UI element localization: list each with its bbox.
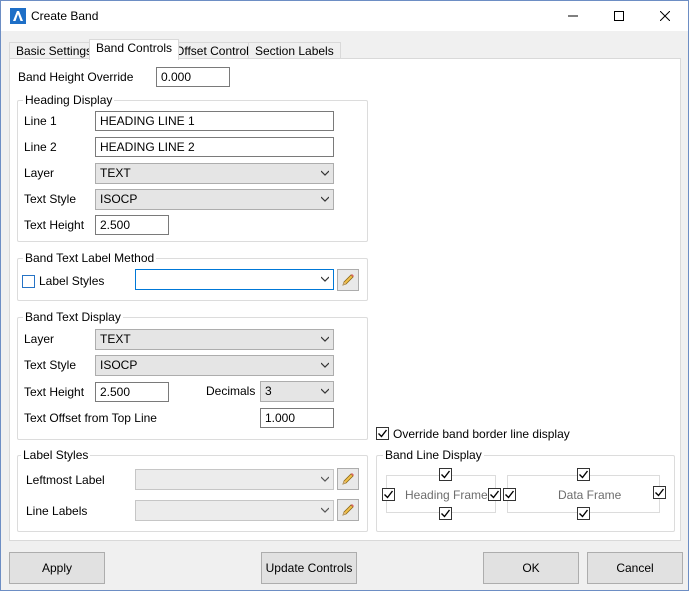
chevron-down-icon bbox=[321, 388, 329, 394]
checkmark-icon bbox=[505, 490, 515, 499]
line2-input[interactable]: HEADING LINE 2 bbox=[95, 137, 334, 157]
minimize-icon bbox=[568, 15, 578, 17]
band-layer-select[interactable]: TEXT bbox=[95, 329, 334, 350]
checkmark-icon bbox=[579, 509, 589, 518]
chevron-down-icon bbox=[321, 336, 329, 342]
heading-layer-value: TEXT bbox=[100, 166, 131, 180]
apply-button[interactable]: Apply bbox=[9, 552, 105, 584]
pencil-icon bbox=[342, 504, 354, 516]
data-frame-right-checkbox[interactable] bbox=[653, 486, 666, 499]
heading-text-style-value: ISOCP bbox=[100, 192, 138, 206]
heading-frame-top-checkbox[interactable] bbox=[439, 468, 452, 481]
label-styles-select[interactable] bbox=[135, 269, 334, 290]
line1-label: Line 1 bbox=[24, 114, 57, 128]
checkmark-icon bbox=[579, 470, 589, 479]
checkmark-icon bbox=[490, 490, 500, 499]
text-offset-label: Text Offset from Top Line bbox=[24, 411, 157, 425]
band-text-label-method-title: Band Text Label Method bbox=[23, 251, 157, 265]
chevron-down-icon bbox=[321, 362, 329, 368]
cancel-button[interactable]: Cancel bbox=[587, 552, 683, 584]
band-text-height-label: Text Height bbox=[24, 385, 85, 399]
checkmark-icon bbox=[441, 509, 451, 518]
checkmark-icon bbox=[378, 429, 388, 438]
maximize-button[interactable] bbox=[596, 1, 642, 31]
heading-text-height-label: Text Height bbox=[24, 218, 85, 232]
chevron-down-icon bbox=[321, 507, 329, 513]
heading-layer-select[interactable]: TEXT bbox=[95, 163, 334, 184]
data-frame-label: Data Frame bbox=[558, 488, 622, 502]
leftmost-label-label: Leftmost Label bbox=[26, 473, 105, 487]
band-height-override-label: Band Height Override bbox=[18, 70, 134, 84]
chevron-down-icon bbox=[321, 476, 329, 482]
line-labels-edit-button[interactable] bbox=[337, 499, 359, 521]
heading-text-style-label: Text Style bbox=[24, 192, 77, 206]
pencil-icon bbox=[342, 274, 354, 286]
label-styles-checkbox[interactable] bbox=[22, 275, 35, 288]
override-border-checkbox[interactable] bbox=[376, 427, 389, 440]
label-styles-edit-button[interactable] bbox=[337, 269, 359, 291]
minimize-button[interactable] bbox=[550, 1, 596, 31]
heading-frame-label: Heading Frame bbox=[405, 488, 488, 502]
leftmost-label-edit-button[interactable] bbox=[337, 468, 359, 490]
label-styles-label: Label Styles bbox=[39, 274, 105, 288]
chevron-down-icon bbox=[321, 276, 329, 282]
line2-label: Line 2 bbox=[24, 140, 57, 154]
tab-band-controls[interactable]: Band Controls bbox=[89, 39, 180, 60]
maximize-icon bbox=[614, 11, 624, 21]
leftmost-label-select[interactable] bbox=[135, 469, 334, 490]
decimals-value: 3 bbox=[265, 384, 272, 398]
title-bar: Create Band bbox=[1, 1, 688, 31]
heading-layer-label: Layer bbox=[24, 166, 55, 180]
data-frame-top-checkbox[interactable] bbox=[577, 468, 590, 481]
line1-input[interactable]: HEADING LINE 1 bbox=[95, 111, 334, 131]
ok-button[interactable]: OK bbox=[483, 552, 579, 584]
update-controls-button[interactable]: Update Controls bbox=[261, 552, 357, 584]
heading-text-height-input[interactable]: 2.500 bbox=[95, 215, 169, 235]
chevron-down-icon bbox=[321, 170, 329, 176]
data-frame-bottom-checkbox[interactable] bbox=[577, 507, 590, 520]
band-text-style-label: Text Style bbox=[24, 358, 77, 372]
line-labels-select[interactable] bbox=[135, 500, 334, 521]
close-button[interactable] bbox=[642, 1, 688, 31]
heading-frame-bottom-checkbox[interactable] bbox=[439, 507, 452, 520]
heading-frame-left-checkbox[interactable] bbox=[382, 488, 395, 501]
decimals-label: Decimals bbox=[206, 384, 256, 398]
label-styles-group-title: Label Styles bbox=[21, 448, 91, 462]
heading-text-style-select[interactable]: ISOCP bbox=[95, 189, 334, 210]
checkmark-icon bbox=[441, 470, 451, 479]
heading-frame-right-checkbox[interactable] bbox=[488, 488, 501, 501]
decimals-select[interactable]: 3 bbox=[260, 381, 334, 402]
heading-display-title: Heading Display bbox=[23, 93, 115, 107]
checkmark-icon bbox=[384, 490, 394, 499]
band-text-style-select[interactable]: ISOCP bbox=[95, 355, 334, 376]
pencil-icon bbox=[342, 473, 354, 485]
band-line-display-title: Band Line Display bbox=[383, 448, 484, 462]
band-height-override-input[interactable]: 0.000 bbox=[156, 67, 230, 87]
app-icon bbox=[10, 8, 26, 24]
data-frame-left-checkbox[interactable] bbox=[503, 488, 516, 501]
override-border-label: Override band border line display bbox=[393, 427, 570, 441]
band-text-display-title: Band Text Display bbox=[23, 310, 123, 324]
band-text-style-value: ISOCP bbox=[100, 358, 138, 372]
chevron-down-icon bbox=[321, 196, 329, 202]
band-text-height-input[interactable]: 2.500 bbox=[95, 382, 169, 402]
create-band-dialog: Create Band Basic Settings Band Controls… bbox=[0, 0, 689, 591]
window-title: Create Band bbox=[31, 9, 99, 23]
close-icon bbox=[660, 11, 670, 21]
band-layer-label: Layer bbox=[24, 332, 55, 346]
checkmark-icon bbox=[655, 488, 665, 497]
line-labels-label: Line Labels bbox=[26, 504, 88, 518]
band-layer-value: TEXT bbox=[100, 332, 131, 346]
text-offset-input[interactable]: 1.000 bbox=[260, 408, 334, 428]
